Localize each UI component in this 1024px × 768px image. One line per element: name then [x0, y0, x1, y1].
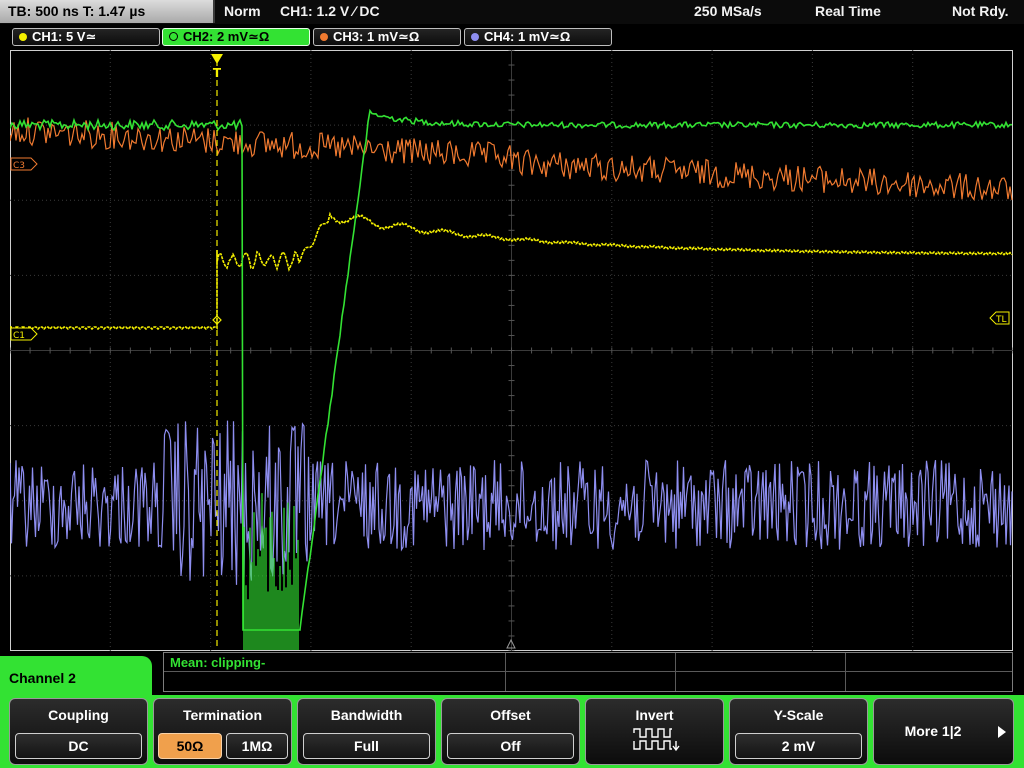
termination-50-ohm-option[interactable]: 50Ω [158, 733, 222, 759]
ch2-color-dot [169, 32, 178, 41]
more-label: More 1|2 [904, 723, 962, 739]
invert-title: Invert [635, 707, 674, 723]
ch1-offset-label: C1 [13, 331, 25, 341]
coupling-title: Coupling [48, 707, 109, 723]
trigger-marker-label: T [213, 66, 222, 80]
ch3-offset-label: C3 [13, 161, 25, 171]
trigger-level-label: TL [995, 315, 1007, 325]
timebase-readout[interactable]: TB: 500 ns T: 1.47 µs [0, 0, 213, 23]
trigger-mode[interactable]: Norm [224, 0, 261, 23]
measurement-divider [675, 653, 676, 691]
next-page-arrow-icon [998, 726, 1006, 738]
measurement-divider [845, 653, 846, 691]
ch1-color-dot [19, 33, 27, 41]
ch3-color-dot [320, 33, 328, 41]
tab-ch3[interactable]: CH3: 1 mV≃Ω [313, 28, 461, 46]
trigger-status: Not Rdy. [952, 3, 1009, 19]
invert-softkey[interactable]: Invert [585, 698, 724, 765]
acquisition-mode: Real Time [815, 3, 881, 19]
tab-ch2[interactable]: CH2: 2 mV≃Ω [162, 28, 310, 46]
sample-rate: 250 MSa/s [694, 3, 762, 19]
measurement-bar[interactable]: Mean: clipping- [163, 652, 1013, 692]
y-scale-softkey[interactable]: Y-Scale 2 mV [729, 698, 868, 765]
measurement-divider [505, 653, 506, 691]
bandwidth-value-button[interactable]: Full [303, 733, 430, 759]
waveform-display[interactable]: T C1 C3 TL [10, 50, 1013, 651]
measurement-grid-line [164, 671, 1012, 672]
termination-1m-ohm-option[interactable]: 1MΩ [226, 733, 288, 759]
trigger-level-marker[interactable]: TL [989, 311, 1010, 325]
ch3-offset-marker[interactable]: C3 [10, 157, 38, 171]
tab-ch3-label: CH3: 1 mV≃Ω [333, 29, 420, 44]
trigger-marker[interactable]: T [211, 54, 223, 80]
ch1-offset-marker[interactable]: C1 [10, 327, 38, 341]
invert-waveform-icon [633, 728, 680, 752]
offset-value-button[interactable]: Off [447, 733, 574, 759]
coupling-value-button[interactable]: DC [15, 733, 142, 759]
ch4-color-dot [471, 33, 479, 41]
divider [213, 0, 215, 23]
tab-ch4-label: CH4: 1 mV≃Ω [484, 29, 571, 44]
bandwidth-softkey[interactable]: Bandwidth Full [297, 698, 436, 765]
top-status-bar: TB: 500 ns T: 1.47 µs Norm CH1: 1.2 V ∕ … [0, 0, 1024, 24]
offset-softkey[interactable]: Offset Off [441, 698, 580, 765]
softkey-bar: Coupling DC Termination 50Ω 1MΩ Bandwidt… [0, 695, 1024, 768]
tab-ch2-label: CH2: 2 mV≃Ω [183, 29, 270, 44]
channel-menu-title: Channel 2 [0, 656, 152, 700]
tab-ch4[interactable]: CH4: 1 mV≃Ω [464, 28, 612, 46]
more-softkey[interactable]: More 1|2 [873, 698, 1014, 765]
tab-ch1-label: CH1: 5 V≃ [32, 29, 97, 44]
offset-title: Offset [490, 707, 531, 723]
tab-ch1[interactable]: CH1: 5 V≃ [12, 28, 160, 46]
bandwidth-title: Bandwidth [330, 707, 403, 723]
measurement-value: Mean: clipping- [170, 655, 266, 670]
y-scale-title: Y-Scale [773, 707, 824, 723]
termination-title: Termination [182, 707, 263, 723]
trigger-info[interactable]: CH1: 1.2 V ∕ DC [280, 0, 380, 23]
channel-tabs: CH1: 5 V≃ CH2: 2 mV≃Ω CH3: 1 mV≃Ω CH4: 1… [0, 25, 1024, 49]
termination-softkey[interactable]: Termination 50Ω 1MΩ [153, 698, 292, 765]
coupling-softkey[interactable]: Coupling DC [9, 698, 148, 765]
y-scale-value-button[interactable]: 2 mV [735, 733, 862, 759]
